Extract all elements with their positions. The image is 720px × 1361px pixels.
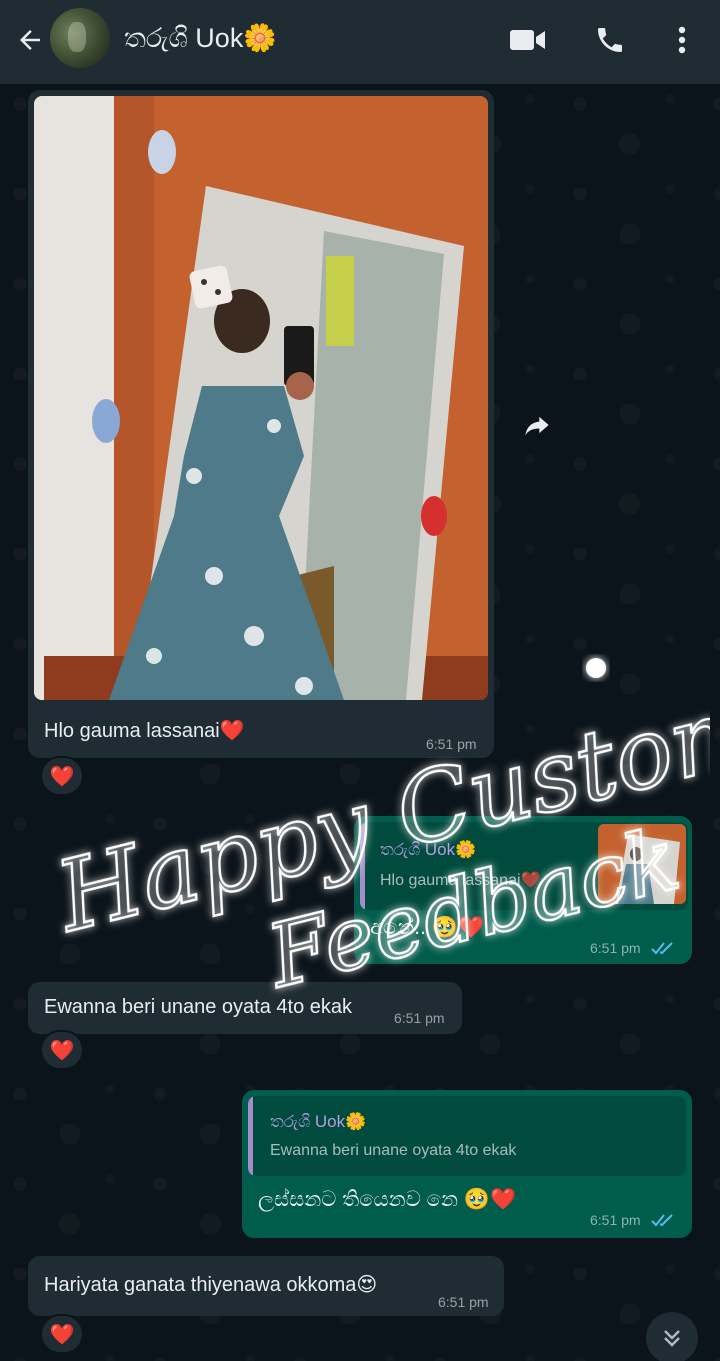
forward-arrow-icon bbox=[525, 416, 549, 436]
quote-bar bbox=[360, 822, 365, 910]
forward-button[interactable] bbox=[516, 404, 558, 446]
message-text: ලස්සනට තියෙනව නෙ 🥹❤️ bbox=[258, 1188, 517, 1211]
message-time: 6:51 pm bbox=[438, 1294, 489, 1310]
message-time: 6:51 pm bbox=[590, 940, 641, 956]
reaction-emoji: ❤️ bbox=[49, 1323, 75, 1346]
quote-bar bbox=[248, 1096, 253, 1176]
heart-reaction[interactable]: ❤️ bbox=[40, 756, 84, 796]
reaction-emoji: ❤️ bbox=[49, 1039, 75, 1062]
heart-reaction[interactable]: ❤️ bbox=[40, 1314, 84, 1354]
quote-text: Ewanna beri unane oyata 4to ekak bbox=[270, 1142, 517, 1159]
message-time: 6:51 pm bbox=[590, 1212, 641, 1228]
read-ticks-icon bbox=[651, 942, 673, 955]
message-time: 6:51 pm bbox=[394, 1010, 445, 1026]
heart-reaction[interactable]: ❤️ bbox=[40, 1030, 84, 1070]
double-chevron-down-icon bbox=[664, 1330, 680, 1347]
video-camera-icon bbox=[510, 30, 545, 50]
arrow-left-icon bbox=[20, 30, 40, 50]
thumbnail-illustration bbox=[598, 824, 686, 904]
more-vertical-icon bbox=[678, 26, 686, 54]
chat-header: තරුශි Uok🌼 bbox=[0, 0, 720, 84]
message-text: Hariyata ganata thiyenawa okkoma😍 bbox=[44, 1274, 378, 1296]
message-photo[interactable] bbox=[34, 96, 488, 700]
quote-text: Hlo gauma lassanai❤️ bbox=[380, 872, 541, 889]
quote-author: තරුශි Uok🌼 bbox=[270, 1112, 367, 1131]
voice-call-button[interactable] bbox=[590, 20, 630, 60]
contact-name[interactable]: තරුශි Uok🌼 bbox=[124, 22, 277, 55]
more-options-button[interactable] bbox=[662, 20, 702, 60]
reaction-emoji: ❤️ bbox=[49, 765, 75, 788]
message-caption: Hlo gauma lassanai❤️ bbox=[44, 720, 245, 742]
message-text: අනේ.. 🥹❤️ bbox=[370, 916, 485, 939]
avatar[interactable] bbox=[50, 8, 110, 68]
message-time: 6:51 pm bbox=[426, 736, 477, 752]
video-call-button[interactable] bbox=[508, 20, 548, 60]
phone-icon bbox=[598, 28, 622, 52]
quote-author: තරුශි Uok🌼 bbox=[380, 840, 477, 859]
read-ticks-icon bbox=[651, 1214, 673, 1227]
photo-illustration bbox=[34, 96, 488, 700]
quoted-message[interactable]: තරුශි Uok🌼 Ewanna beri unane oyata 4to e… bbox=[248, 1096, 686, 1176]
back-button[interactable] bbox=[12, 22, 48, 58]
scroll-to-bottom-button[interactable] bbox=[646, 1312, 698, 1361]
message-text: Ewanna beri unane oyata 4to ekak bbox=[44, 996, 352, 1018]
quoted-photo-thumbnail bbox=[598, 824, 686, 904]
